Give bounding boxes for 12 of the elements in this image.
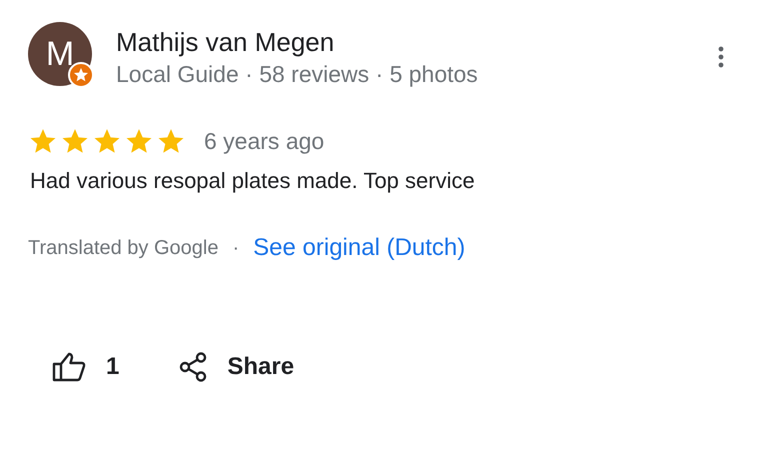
review-time: 6 years ago xyxy=(204,128,324,154)
reviewer-details: Local Guide · 58 reviews · 5 photos xyxy=(116,60,478,89)
like-button[interactable]: 1 xyxy=(52,352,120,382)
more-options-icon[interactable] xyxy=(718,46,724,68)
see-original-link[interactable]: See original (Dutch) xyxy=(253,234,466,262)
share-button[interactable]: Share xyxy=(179,352,294,382)
review-text: Had various resopal plates made. Top service xyxy=(30,168,476,194)
separator-dot: · xyxy=(232,236,240,260)
thumbs-up-icon xyxy=(52,352,86,382)
reviewer-name[interactable]: Mathijs van Megen xyxy=(116,26,478,58)
share-icon xyxy=(179,352,208,382)
translation-note: Translated by Google xyxy=(28,236,218,260)
